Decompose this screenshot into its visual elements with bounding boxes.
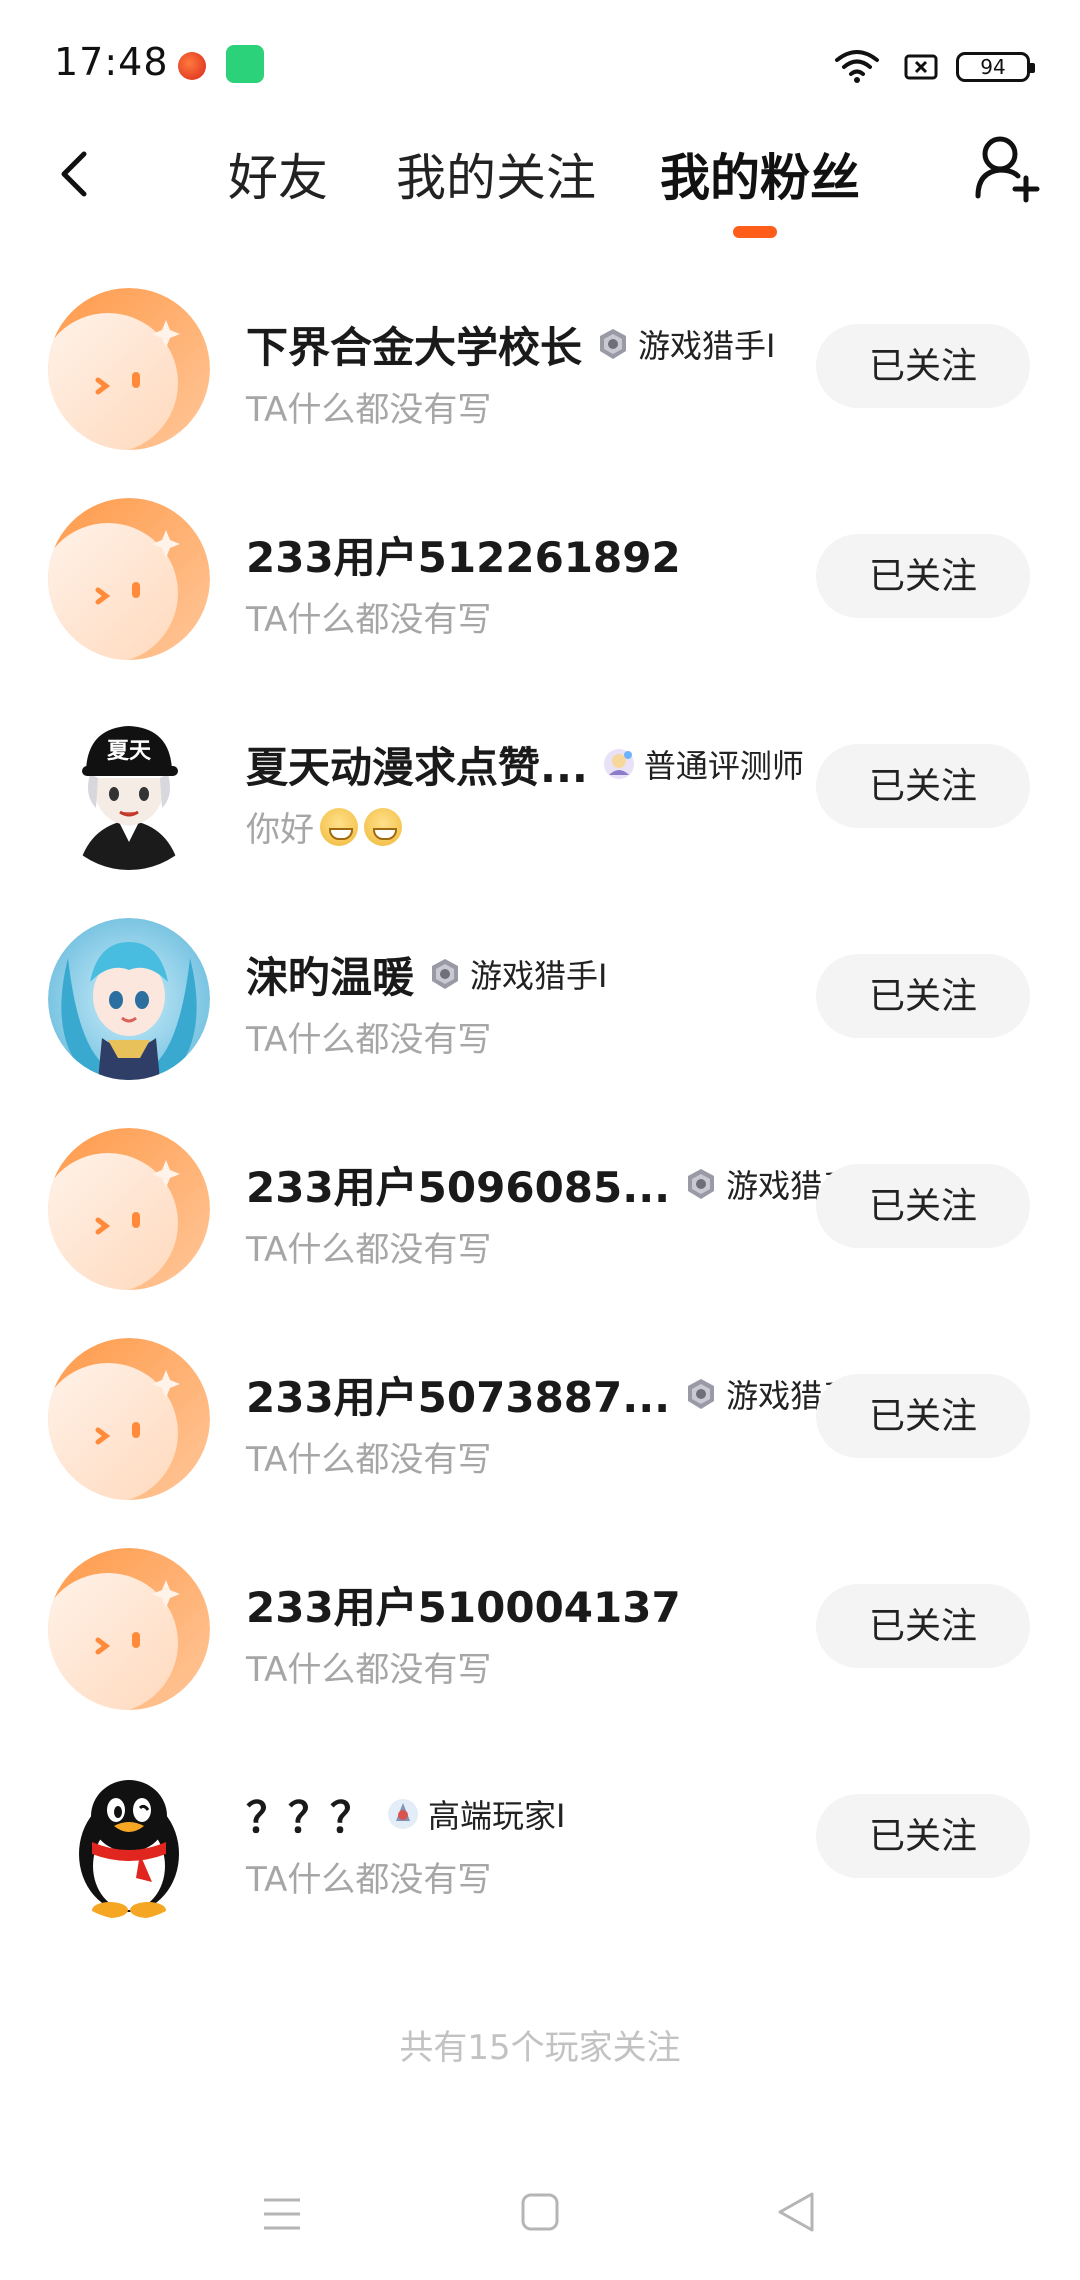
following-button[interactable]: 已关注 <box>816 744 1030 828</box>
game-app-notification-icon <box>226 45 264 83</box>
nav-back-icon[interactable] <box>776 2190 816 2234</box>
battery-icon: 94 <box>956 52 1035 82</box>
penguin-avatar[interactable] <box>48 1758 210 1920</box>
fan-row[interactable]: 233用户512261892 TA什么都没有写 已关注 <box>0 480 1080 690</box>
name-line: 233用户5096085... 游戏猎手I <box>246 1154 864 1214</box>
header: 好友 我的关注 我的粉丝 <box>0 130 1080 260</box>
default-orange-avatar[interactable] <box>48 498 210 660</box>
fan-name[interactable]: 233用户5096085... <box>246 1154 670 1215</box>
level-badge: 游戏猎手I <box>428 951 607 997</box>
default-orange-avatar[interactable] <box>48 1128 210 1290</box>
grin-emoji-icon <box>320 807 358 846</box>
add-friend-icon[interactable] <box>974 134 1040 204</box>
fans-list: 下界合金大学校长 游戏猎手I TA什么都没有写 已关注 233用户5122618… <box>0 270 1080 1950</box>
fan-name[interactable]: 233用户5073887... <box>246 1364 670 1425</box>
fan-name[interactable]: 夏天动漫求点赞... <box>246 734 588 795</box>
home-icon[interactable] <box>520 2192 560 2232</box>
tab-fans[interactable]: 我的粉丝 <box>660 138 860 210</box>
name-line: 233用户510004137 <box>246 1574 681 1634</box>
fan-bio-text: TA什么都没有写 <box>246 1020 492 1060</box>
hunter-badge-icon <box>684 1377 726 1411</box>
badge-label: 游戏猎手I <box>638 327 776 365</box>
fan-name[interactable]: 下界合金大学校长 <box>246 314 582 375</box>
default-orange-avatar[interactable] <box>48 1548 210 1710</box>
fan-bio-text: 你好 <box>246 810 314 850</box>
following-button[interactable]: 已关注 <box>816 1794 1030 1878</box>
fan-row[interactable]: 夏天 夏天动漫求点赞... 普通评测师你好 已关注 <box>0 690 1080 900</box>
name-line: 夏天动漫求点赞... 普通评测师 <box>246 734 804 794</box>
svg-text:夏天: 夏天 <box>107 739 152 764</box>
level-badge: 游戏猎手I <box>596 321 775 367</box>
no-sim-icon <box>904 54 938 80</box>
fan-bio: TA什么都没有写 <box>246 1432 491 1481</box>
fan-bio-text: TA什么都没有写 <box>246 390 492 430</box>
tab-friends[interactable]: 好友 <box>228 138 328 210</box>
anime-girl-blue-hair-avatar[interactable] <box>48 918 210 1080</box>
anime-boy-cap-avatar[interactable]: 夏天 <box>48 708 210 870</box>
name-line: 下界合金大学校长 游戏猎手I <box>246 314 775 374</box>
fan-bio: TA什么都没有写 <box>246 1222 491 1271</box>
name-line: ？？？ 高端玩家I <box>246 1784 565 1844</box>
status-bar: 17:48 94 <box>0 0 1080 130</box>
following-button[interactable]: 已关注 <box>816 1584 1030 1668</box>
following-button[interactable]: 已关注 <box>816 324 1030 408</box>
badge-label: 高端玩家I <box>428 1797 566 1835</box>
fan-bio: TA什么都没有写 <box>246 382 491 431</box>
news-app-notification-icon <box>178 52 206 80</box>
back-arrow-icon[interactable] <box>50 140 100 210</box>
following-button[interactable]: 已关注 <box>816 1374 1030 1458</box>
level-badge: 高端玩家I <box>386 1791 565 1837</box>
wifi-icon <box>835 50 879 83</box>
name-line: 233用户512261892 <box>246 524 681 584</box>
fan-name[interactable]: 233用户512261892 <box>246 524 681 585</box>
default-orange-avatar[interactable] <box>48 288 210 450</box>
name-line: 233用户5073887... 游戏猎手I <box>246 1364 864 1424</box>
following-button[interactable]: 已关注 <box>816 1164 1030 1248</box>
fan-row[interactable]: 233用户5096085... 游戏猎手I TA什么都没有写 已关注 <box>0 1110 1080 1320</box>
fan-bio: TA什么都没有写 <box>246 592 491 641</box>
following-button[interactable]: 已关注 <box>816 534 1030 618</box>
active-tab-indicator <box>733 226 777 238</box>
fan-bio-text: TA什么都没有写 <box>246 1650 492 1690</box>
fan-bio: TA什么都没有写 <box>246 1642 491 1691</box>
hunter-badge-icon <box>428 957 470 991</box>
reviewer-badge-icon <box>602 747 644 781</box>
fan-row[interactable]: 浨旳温暖 游戏猎手I TA什么都没有写 已关注 <box>0 900 1080 1110</box>
system-navigation-bar <box>0 2170 1080 2280</box>
default-orange-avatar[interactable] <box>48 1338 210 1500</box>
recent-apps-icon[interactable] <box>262 2196 302 2232</box>
name-line: 浨旳温暖 游戏猎手I <box>246 944 607 1004</box>
hunter-badge-icon <box>596 327 638 361</box>
fan-row[interactable]: 233用户510004137 TA什么都没有写 已关注 <box>0 1530 1080 1740</box>
fan-bio-text: TA什么都没有写 <box>246 600 492 640</box>
fan-bio-text: TA什么都没有写 <box>246 1230 492 1270</box>
fans-count-summary: 共有15个玩家关注 <box>399 2028 681 2068</box>
fan-bio-text: TA什么都没有写 <box>246 1440 492 1480</box>
following-button[interactable]: 已关注 <box>816 954 1030 1038</box>
level-badge: 普通评测师 <box>602 741 804 787</box>
fan-name[interactable]: 浨旳温暖 <box>246 944 414 1005</box>
fan-name[interactable]: ？？？ <box>246 1784 372 1845</box>
hunter-badge-icon <box>684 1167 726 1201</box>
fan-row[interactable]: 233用户5073887... 游戏猎手I TA什么都没有写 已关注 <box>0 1320 1080 1530</box>
fan-bio: TA什么都没有写 <box>246 1852 491 1901</box>
badge-label: 游戏猎手I <box>470 957 608 995</box>
status-time: 17:48 <box>54 40 169 84</box>
fan-bio: 你好 <box>246 802 402 851</box>
grin-emoji-icon <box>364 807 402 846</box>
badge-label: 普通评测师 <box>643 747 804 785</box>
fan-row[interactable]: ？？？ 高端玩家I TA什么都没有写 已关注 <box>0 1740 1080 1950</box>
fan-name[interactable]: 233用户510004137 <box>246 1574 681 1635</box>
pro-player-badge-icon <box>386 1797 428 1831</box>
fan-bio: TA什么都没有写 <box>246 1012 491 1061</box>
fan-row[interactable]: 下界合金大学校长 游戏猎手I TA什么都没有写 已关注 <box>0 270 1080 480</box>
tab-following[interactable]: 我的关注 <box>396 138 596 210</box>
fan-bio-text: TA什么都没有写 <box>246 1860 492 1900</box>
